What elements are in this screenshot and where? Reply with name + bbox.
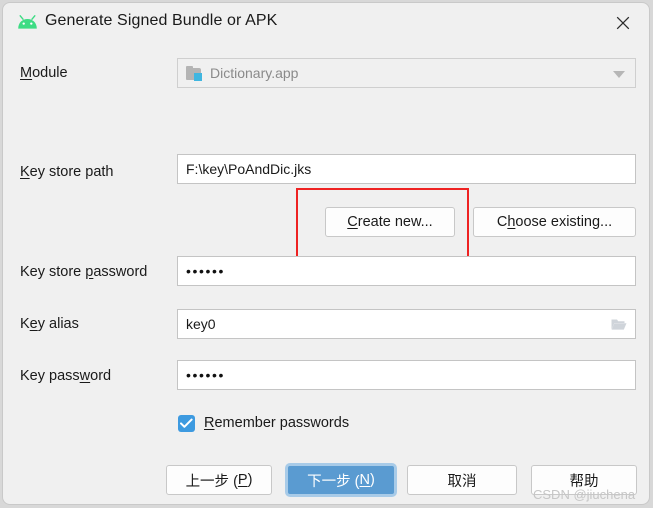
key-store-password-label-a: Key store xyxy=(20,264,86,280)
key-store-password-input[interactable]: •••••• xyxy=(177,256,636,286)
key-alias-label: Key alias xyxy=(20,316,79,332)
key-alias-mnemonic: e xyxy=(29,316,38,332)
key-store-path-label: Key store path xyxy=(20,164,114,180)
checkmark-icon xyxy=(180,418,193,428)
remember-passwords-checkbox[interactable] xyxy=(178,414,195,432)
module-label-mnemonic: M xyxy=(20,65,33,81)
key-store-password-label: Key store password xyxy=(20,264,147,280)
next-button[interactable]: 下一步 (N) xyxy=(285,463,397,497)
generate-signed-bundle-dialog: Generate Signed Bundle or APK Module Dic… xyxy=(2,2,650,505)
chevron-down-icon[interactable] xyxy=(613,71,625,78)
key-password-label-a: Key pass xyxy=(20,368,80,384)
android-robot-icon xyxy=(17,15,38,30)
key-store-password-label-b: assword xyxy=(93,264,148,280)
dialog-title: Generate Signed Bundle or APK xyxy=(45,12,278,29)
previous-label: 上一步 ( xyxy=(185,473,238,490)
choose-existing-button[interactable]: Ch oose existing... xyxy=(473,207,636,237)
module-selected-value: Dictionary.app xyxy=(210,65,299,81)
previous-button[interactable]: 上一步 (P) xyxy=(166,465,272,495)
module-label-rest: odule xyxy=(32,65,68,81)
module-folder-icon xyxy=(186,65,203,81)
next-label-close: ) xyxy=(370,472,375,488)
next-mnemonic: N xyxy=(359,472,370,488)
choose-existing-label-rest: oose existing... xyxy=(515,214,613,230)
key-alias-label-b: y alias xyxy=(37,316,79,332)
remember-passwords-checkbox-row[interactable]: Remember passwords xyxy=(178,413,349,433)
key-password-value: •••••• xyxy=(186,367,226,383)
remember-passwords-label-rest: emember passwords xyxy=(214,415,350,431)
choose-existing-label-pre: C xyxy=(496,214,508,230)
close-icon[interactable] xyxy=(603,7,643,39)
key-alias-value: key0 xyxy=(186,316,216,332)
folder-open-icon[interactable] xyxy=(611,318,627,331)
key-password-label: Key password xyxy=(20,368,111,384)
module-combobox[interactable]: Dictionary.app xyxy=(177,58,636,88)
key-store-path-value: F:\key\PoAndDic.jks xyxy=(186,161,312,177)
next-label: 下一步 ( xyxy=(307,473,360,490)
previous-label-close: ) xyxy=(247,472,253,488)
remember-passwords-label: Remember passwords xyxy=(204,415,349,431)
key-alias-input[interactable]: key0 xyxy=(177,309,636,339)
key-store-path-input[interactable]: F:\key\PoAndDic.jks xyxy=(177,154,636,184)
key-store-password-value: •••••• xyxy=(186,263,226,279)
create-new-label: reate new... xyxy=(357,214,433,230)
cancel-button[interactable]: 取消 xyxy=(407,465,517,495)
key-store-path-label-mnemonic: K xyxy=(20,164,30,180)
create-new-mnemonic: C xyxy=(347,214,358,230)
previous-mnemonic: P xyxy=(237,472,248,488)
key-password-label-b: ord xyxy=(90,368,112,384)
key-password-input[interactable]: •••••• xyxy=(177,360,636,390)
remember-passwords-mnemonic: R xyxy=(204,415,215,431)
key-store-path-label-rest: ey store path xyxy=(29,164,114,180)
create-new-button[interactable]: Create new... xyxy=(325,207,455,237)
key-password-mnemonic: w xyxy=(79,368,91,384)
dialog-titlebar: Generate Signed Bundle or APK xyxy=(3,3,649,43)
watermark: CSDN @jiuchena xyxy=(533,487,636,502)
module-label: Module xyxy=(20,65,68,81)
choose-existing-mnemonic: h xyxy=(507,214,516,230)
key-alias-label-a: K xyxy=(20,316,30,332)
